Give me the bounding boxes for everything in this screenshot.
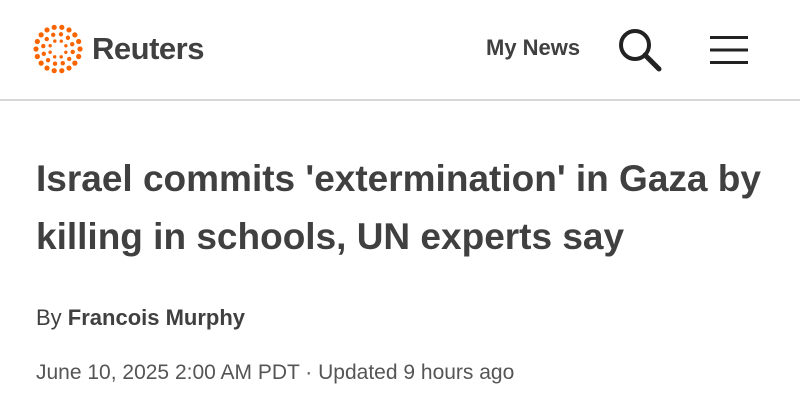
- my-news-link[interactable]: My News: [486, 35, 580, 61]
- updated-time: Updated 9 hours ago: [318, 361, 515, 384]
- article-headline: Israel commits 'extermination' in Gaza b…: [36, 158, 761, 257]
- date-separator: ·: [299, 361, 319, 384]
- site-header: Reuters My News: [0, 0, 800, 101]
- published-time: June 10, 2025 2:00 AM PDT: [36, 361, 300, 384]
- search-button[interactable]: [617, 27, 663, 73]
- article-dateline: June 10, 2025 2:00 AM PDT · Updated 9 ho…: [36, 361, 514, 385]
- byline: By Francois Murphy: [36, 305, 245, 331]
- author-link[interactable]: Francois Murphy: [68, 305, 245, 330]
- hamburger-menu-icon: [710, 36, 748, 64]
- brand-name: Reuters: [92, 31, 204, 66]
- search-icon: [619, 29, 662, 72]
- byline-prefix: By: [36, 305, 68, 330]
- reuters-logo-icon: [33, 24, 83, 74]
- reuters-logo[interactable]: Reuters: [32, 23, 204, 75]
- menu-button[interactable]: [710, 35, 748, 65]
